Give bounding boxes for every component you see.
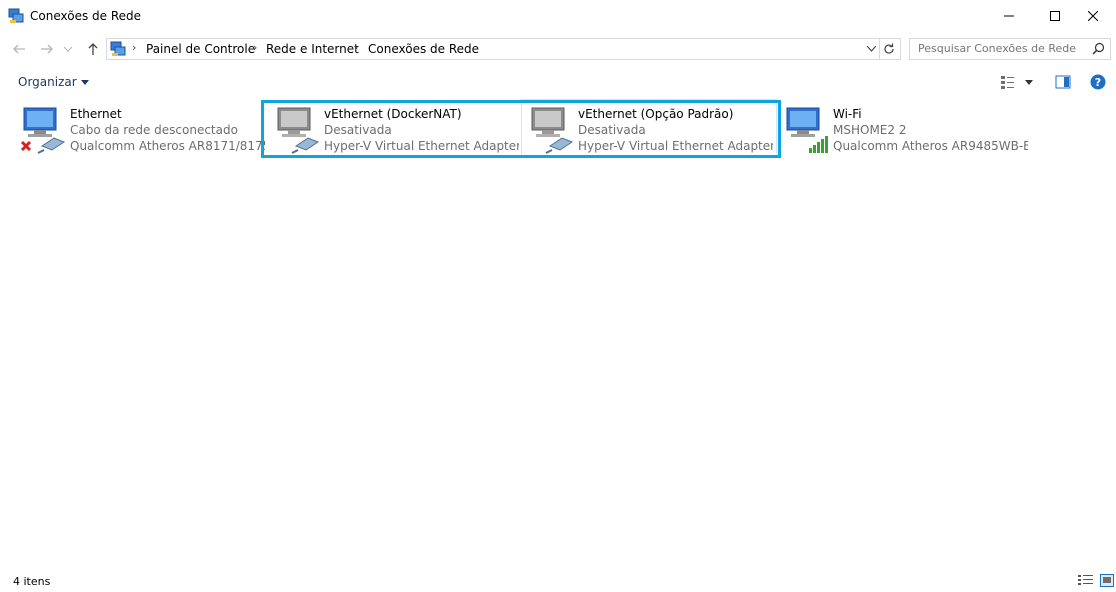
search-input[interactable] — [918, 41, 1083, 56]
view-options-dropdown-icon[interactable] — [1024, 74, 1034, 90]
connection-status: Cabo da rede desconectado — [70, 123, 238, 137]
close-icon — [1088, 11, 1098, 21]
help-icon[interactable]: ? — [1090, 74, 1106, 90]
forward-button[interactable] — [38, 40, 56, 58]
minimize-icon — [1004, 15, 1014, 17]
refresh-button[interactable] — [878, 38, 901, 60]
recent-locations-button[interactable] — [62, 40, 74, 58]
control-panel-icon — [110, 41, 126, 56]
back-arrow-icon — [13, 44, 25, 54]
svg-text:?: ? — [1095, 76, 1101, 89]
up-arrow-icon — [88, 43, 98, 55]
breadcrumb-separator[interactable]: › — [253, 41, 257, 54]
ethernet-disconnected-icon — [20, 107, 66, 154]
connection-adapter: Qualcomm Atheros AR8171/8175 ... — [70, 139, 265, 153]
organize-label: Organizar — [18, 75, 77, 89]
wifi-connected-icon — [786, 107, 828, 153]
breadcrumb-conexoes-de-rede[interactable]: Conexões de Rede — [368, 42, 479, 56]
connection-adapter: Qualcomm Atheros AR9485WB-E... — [833, 139, 1028, 153]
up-button[interactable] — [84, 40, 102, 58]
command-bar: Organizar ? — [0, 66, 1116, 98]
breadcrumb-separator[interactable]: › — [132, 41, 136, 54]
change-view-icon[interactable] — [1000, 74, 1016, 90]
close-button[interactable] — [1070, 0, 1116, 32]
connection-status: MSHOME2 2 — [833, 123, 907, 137]
organize-button[interactable]: Organizar — [18, 75, 89, 89]
maximize-icon — [1050, 11, 1060, 21]
connection-name: Wi-Fi — [833, 107, 862, 121]
connection-name: Ethernet — [70, 107, 122, 121]
window-title: Conexões de Rede — [30, 9, 142, 23]
navigation-bar: › Painel de Controle › Rede e Internet ›… — [0, 34, 1116, 64]
chevron-down-icon — [64, 46, 72, 52]
large-icons-view-icon[interactable] — [1100, 574, 1114, 587]
status-bar: 4 itens — [0, 570, 1116, 592]
details-view-icon[interactable] — [1078, 574, 1093, 587]
minimize-button[interactable] — [986, 0, 1032, 32]
title-bar: Conexões de Rede — [0, 0, 1116, 32]
address-box[interactable]: › Painel de Controle › Rede e Internet ›… — [106, 38, 880, 60]
forward-arrow-icon — [41, 44, 53, 54]
preview-pane-icon[interactable] — [1055, 74, 1071, 90]
address-dropdown-icon[interactable] — [867, 46, 876, 52]
back-button[interactable] — [10, 40, 28, 58]
item-count: 4 itens — [13, 575, 51, 588]
refresh-icon — [884, 43, 894, 54]
network-connections-app-icon — [8, 8, 24, 23]
search-box[interactable] — [909, 38, 1111, 60]
search-icon[interactable] — [1092, 42, 1105, 55]
connection-ethernet[interactable]: Ethernet Cabo da rede desconectado Qualc… — [14, 100, 268, 156]
connection-wifi[interactable]: Wi-Fi MSHOME2 2 Qualcomm Atheros AR9485W… — [777, 100, 1031, 156]
breadcrumb-rede-e-internet[interactable]: Rede e Internet — [266, 42, 359, 56]
chevron-down-icon — [80, 79, 89, 85]
breadcrumb-separator[interactable]: › — [354, 41, 358, 54]
breadcrumb-painel-de-controle[interactable]: Painel de Controle — [146, 42, 255, 56]
highlight-box — [261, 100, 781, 158]
